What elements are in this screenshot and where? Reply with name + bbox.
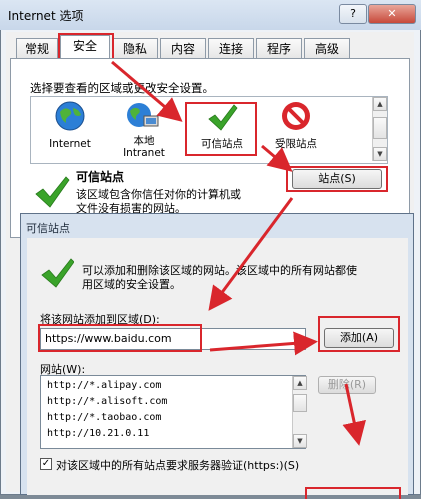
dialog-title: 可信站点 — [26, 222, 70, 235]
annotation-box-sites-button — [286, 166, 388, 192]
check-icon — [41, 258, 74, 288]
zone-local-intranet[interactable]: 本地 Intranet — [112, 100, 176, 160]
check-icon — [35, 176, 70, 208]
help-button[interactable]: ? — [339, 4, 367, 24]
list-item[interactable]: http://*.taobao.com — [47, 412, 161, 423]
annotation-box-add-button — [318, 316, 400, 352]
scroll-thumb[interactable] — [373, 117, 387, 139]
tab-content[interactable]: 内容 — [160, 38, 206, 58]
scroll-up-icon[interactable]: ▲ — [293, 376, 307, 390]
globe-icon — [55, 101, 85, 131]
zone-label: 受限站点 — [275, 138, 317, 150]
no-entry-icon — [282, 102, 310, 130]
zone-label: Internet — [49, 138, 91, 150]
tab-general[interactable]: 常规 — [16, 38, 58, 58]
require-https-checkbox[interactable]: ✓ — [40, 458, 52, 470]
zone-list-scrollbar[interactable]: ▲ ▼ — [372, 97, 387, 161]
zone-internet[interactable]: Internet — [40, 100, 100, 160]
tab-advanced[interactable]: 高级 — [304, 38, 350, 58]
selected-zone-title: 可信站点 — [76, 170, 125, 184]
window-title: Internet 选项 — [8, 9, 84, 23]
annotation-box-security-tab — [58, 33, 114, 61]
scroll-up-icon[interactable]: ▲ — [373, 97, 387, 111]
zone-label: 本地 Intranet — [123, 135, 165, 159]
list-item[interactable]: http://10.21.0.11 — [47, 428, 149, 439]
list-item[interactable]: http://*.alisoft.com — [47, 396, 167, 407]
sites-list-scrollbar[interactable]: ▲ ▼ — [292, 376, 307, 448]
zone-instruction: 选择要查看的区域或更改安全设置。 — [30, 81, 214, 95]
dialog-info-line2: 用区域的安全设置。 — [82, 278, 181, 291]
tab-connections[interactable]: 连接 — [208, 38, 254, 58]
close-button[interactable]: ✕ — [368, 4, 416, 24]
tab-programs[interactable]: 程序 — [256, 38, 302, 58]
scroll-down-icon[interactable]: ▼ — [293, 434, 307, 448]
annotation-box-url-input — [38, 324, 202, 352]
tab-privacy[interactable]: 隐私 — [112, 38, 158, 58]
scroll-thumb[interactable] — [293, 394, 307, 412]
remove-button[interactable]: 删除(R) — [318, 376, 376, 394]
sites-list[interactable]: http://*.alipay.com http://*.alisoft.com… — [40, 375, 307, 449]
list-item[interactable]: http://*.alipay.com — [47, 380, 161, 391]
scroll-down-icon[interactable]: ▼ — [373, 147, 387, 161]
intranet-icon — [127, 103, 159, 127]
zone-restricted-sites[interactable]: 受限站点 — [264, 100, 328, 160]
annotation-box-trusted-zone — [185, 102, 257, 156]
require-https-label: 对该区域中的所有站点要求服务器验证(https:)(S) — [56, 459, 300, 472]
annotation-box-close-button — [305, 487, 401, 499]
